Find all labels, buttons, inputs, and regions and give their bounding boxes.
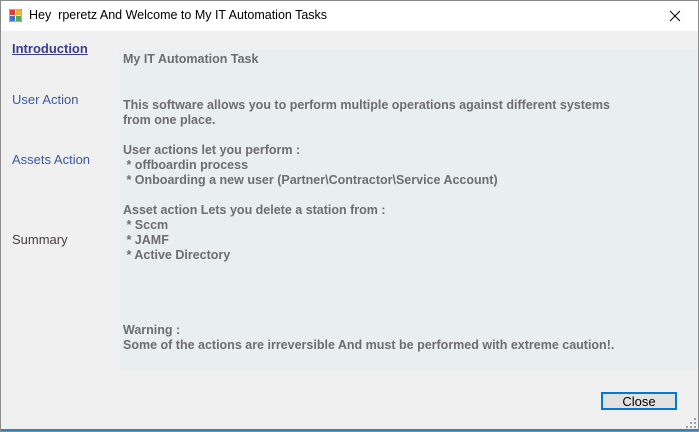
asset-actions-paragraph: Asset action Lets you delete a station f… (123, 203, 386, 262)
nav-user-action-link[interactable]: User Action (12, 92, 78, 107)
nav-summary-link[interactable]: Summary (12, 232, 68, 247)
client-area: Introduction User Action Assets Action S… (1, 31, 698, 429)
bottom-border (1, 429, 698, 431)
nav-assets-action-link[interactable]: Assets Action (12, 152, 90, 167)
user-actions-paragraph: User actions let you perform : * offboar… (123, 143, 498, 187)
main-window: Hey rperetz And Welcome to My IT Automat… (0, 0, 699, 432)
app-window-icon (8, 8, 23, 23)
content-panel: My IT Automation Task This software allo… (119, 50, 697, 370)
content-heading: My IT Automation Task (123, 52, 259, 66)
title-bar[interactable]: Hey rperetz And Welcome to My IT Automat… (1, 1, 698, 31)
warning-paragraph: Warning : Some of the actions are irreve… (123, 323, 615, 352)
nav-introduction-link[interactable]: Introduction (12, 41, 88, 56)
window-title: Hey rperetz And Welcome to My IT Automat… (29, 8, 328, 22)
intro-paragraph: This software allows you to perform mult… (123, 98, 610, 127)
close-icon[interactable] (652, 1, 698, 31)
close-button[interactable]: Close (601, 392, 677, 410)
resize-grip-icon[interactable] (686, 415, 696, 428)
